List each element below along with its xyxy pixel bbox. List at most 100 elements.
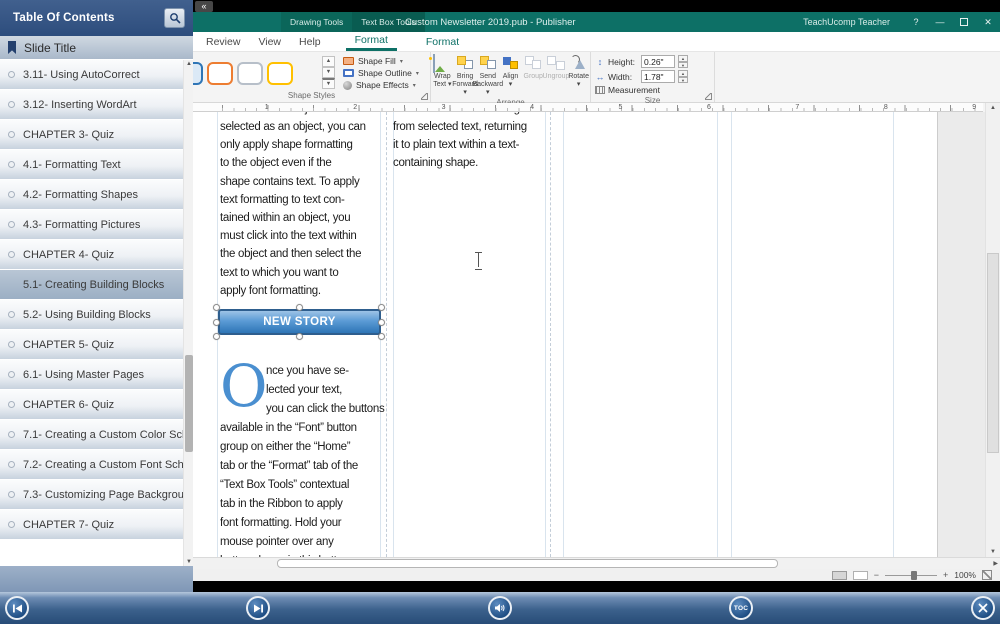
toc-item[interactable]: 5.1- Creating Building Blocks bbox=[0, 270, 193, 300]
dialog-launcher-icon[interactable] bbox=[421, 93, 428, 100]
rotate-button[interactable]: Rotate ▾ bbox=[567, 52, 590, 97]
slide-title-row[interactable]: Slide Title bbox=[0, 36, 193, 60]
horizontal-scrollbar[interactable]: ▶ bbox=[193, 557, 1000, 569]
toc-button[interactable]: TOC bbox=[729, 596, 753, 620]
two-page-view-button[interactable] bbox=[853, 571, 868, 580]
selection-handle[interactable] bbox=[213, 333, 220, 340]
vscroll-thumb[interactable] bbox=[987, 253, 999, 453]
publication-page[interactable]: selected as an object. When selected as … bbox=[193, 112, 938, 557]
toc-title: Table Of Contents bbox=[0, 12, 115, 24]
toc-item[interactable]: 7.3- Customizing Page Backgrounds bbox=[0, 480, 193, 510]
shape-style-swatch-gold[interactable] bbox=[267, 62, 293, 85]
zoom-in-button[interactable]: + bbox=[943, 571, 948, 580]
shape-style-swatch-blue[interactable] bbox=[193, 62, 203, 85]
story-column-2[interactable]: from selected text, returning it to plai… bbox=[393, 118, 558, 173]
gallery-up-icon[interactable]: ▲ bbox=[322, 56, 335, 67]
toc-scroll-thumb[interactable] bbox=[185, 355, 193, 452]
close-player-button[interactable] bbox=[971, 596, 995, 620]
ribbon-tab[interactable]: View bbox=[249, 32, 290, 51]
zoom-slider[interactable] bbox=[885, 575, 937, 576]
toc-scrollbar[interactable]: ▲ ▼ bbox=[183, 60, 193, 566]
toc-item[interactable]: 3.11- Using AutoCorrect bbox=[0, 60, 193, 90]
close-window-button[interactable]: ✕ bbox=[976, 12, 1000, 32]
collapse-panel-button[interactable]: « bbox=[195, 1, 213, 12]
toc-item[interactable]: CHAPTER 7- Quiz bbox=[0, 510, 193, 540]
toc-item[interactable]: 4.1- Formatting Text bbox=[0, 150, 193, 180]
document-canvas[interactable]: selected as an object. When selected as … bbox=[193, 112, 1000, 557]
help-button[interactable]: ? bbox=[904, 12, 928, 32]
height-stepper[interactable]: ▲ ▼ bbox=[678, 55, 688, 68]
selection-handle[interactable] bbox=[296, 304, 303, 311]
clipped-text-line[interactable]: selected as an object. When bbox=[220, 112, 392, 117]
spin-down-icon[interactable]: ▼ bbox=[678, 77, 688, 84]
scroll-right-icon[interactable]: ▶ bbox=[993, 560, 998, 567]
toc-item[interactable]: 7.1- Creating a Custom Color Scheme bbox=[0, 420, 193, 450]
toc-item[interactable]: 7.2- Creating a Custom Font Scheme bbox=[0, 450, 193, 480]
search-button[interactable] bbox=[164, 8, 185, 28]
story-column-1[interactable]: selected as an object, you can only appl… bbox=[220, 118, 392, 300]
group-button[interactable]: Group bbox=[522, 52, 545, 97]
vertical-scrollbar[interactable]: ▲ ▼ bbox=[985, 103, 1000, 557]
horizontal-ruler[interactable]: 123456789 bbox=[193, 103, 983, 112]
selection-handle[interactable] bbox=[213, 304, 220, 311]
selection-handle[interactable] bbox=[296, 333, 303, 340]
gallery-down-icon[interactable]: ▼ bbox=[322, 67, 335, 78]
volume-button[interactable] bbox=[488, 596, 512, 620]
toc-item[interactable]: 5.2- Using Building Blocks bbox=[0, 300, 193, 330]
width-stepper[interactable]: ▲ ▼ bbox=[678, 70, 688, 83]
scroll-down-icon[interactable]: ▼ bbox=[986, 549, 1000, 555]
fit-page-icon[interactable] bbox=[982, 570, 992, 580]
ribbon-tab[interactable]: Format bbox=[346, 32, 397, 51]
measurement-button[interactable]: Measurement bbox=[595, 85, 688, 95]
toc-item[interactable]: CHAPTER 3- Quiz bbox=[0, 120, 193, 150]
previous-lesson-button[interactable] bbox=[5, 596, 29, 620]
scroll-up-icon[interactable]: ▲ bbox=[986, 105, 1000, 111]
width-input[interactable] bbox=[641, 70, 675, 83]
send-backward-icon bbox=[479, 55, 497, 71]
zoom-out-button[interactable]: − bbox=[874, 571, 879, 580]
spin-down-icon[interactable]: ▼ bbox=[678, 62, 688, 69]
toc-item[interactable]: 3.12- Inserting WordArt bbox=[0, 90, 193, 120]
ribbon-tab[interactable]: Review bbox=[197, 32, 249, 51]
send-backward-button[interactable]: Send Backward ▾ bbox=[476, 52, 499, 97]
shape-effects-button[interactable]: Shape Effects ▾ bbox=[343, 80, 419, 90]
height-input[interactable] bbox=[641, 55, 675, 68]
toc-item[interactable]: 4.3- Formatting Pictures bbox=[0, 210, 193, 240]
dialog-launcher-icon[interactable] bbox=[705, 93, 712, 100]
shape-style-gallery[interactable] bbox=[193, 52, 321, 90]
ribbon-tab[interactable]: Format bbox=[417, 32, 468, 51]
toc-item[interactable]: CHAPTER 6- Quiz bbox=[0, 390, 193, 420]
single-page-view-button[interactable] bbox=[832, 571, 847, 580]
shape-style-swatch-orange[interactable] bbox=[207, 62, 233, 85]
selection-handle[interactable] bbox=[378, 304, 385, 311]
minimize-button[interactable]: — bbox=[928, 12, 952, 32]
clipped-text-line[interactable]: removes all text formatting bbox=[393, 112, 558, 117]
drawing-tools-header[interactable]: Drawing Tools bbox=[281, 12, 352, 32]
wrap-text-button[interactable]: Wrap Text ▾ bbox=[431, 52, 454, 97]
ribbon-tab[interactable]: Help bbox=[290, 32, 330, 51]
story-with-dropcap[interactable]: Once you have se- lected your text, you … bbox=[220, 343, 392, 557]
signed-in-user[interactable]: TeachUcomp Teacher bbox=[803, 17, 890, 27]
toc-item[interactable]: CHAPTER 5- Quiz bbox=[0, 330, 193, 360]
selection-handle[interactable] bbox=[213, 319, 220, 326]
play-next-button[interactable] bbox=[246, 596, 270, 620]
zoom-slider-thumb[interactable] bbox=[911, 571, 917, 580]
restore-button[interactable] bbox=[952, 12, 976, 32]
gallery-more-icon[interactable]: ▼ bbox=[322, 78, 335, 89]
zoom-level[interactable]: 100% bbox=[954, 570, 976, 580]
selection-handle[interactable] bbox=[378, 333, 385, 340]
shape-fill-button[interactable]: Shape Fill ▾ bbox=[343, 56, 419, 66]
toc-item[interactable]: 6.1- Using Master Pages bbox=[0, 360, 193, 390]
shape-outline-button[interactable]: Shape Outline ▾ bbox=[343, 68, 419, 78]
column-guide bbox=[563, 112, 564, 557]
toc-item[interactable]: 4.2- Formatting Shapes bbox=[0, 180, 193, 210]
align-button[interactable]: Align ▾ bbox=[499, 52, 522, 97]
selection-handle[interactable] bbox=[378, 319, 385, 326]
shape-style-swatch-gray[interactable] bbox=[237, 62, 263, 85]
ungroup-button[interactable]: Ungroup bbox=[545, 52, 568, 97]
new-story-banner[interactable]: NEW STORY bbox=[218, 309, 381, 335]
hscroll-thumb[interactable] bbox=[277, 559, 778, 568]
toc-item[interactable]: CHAPTER 4- Quiz bbox=[0, 240, 193, 270]
top-black-strip: « bbox=[193, 0, 1000, 12]
arrange-group: Wrap Text ▾ Bring Forward ▾ Send Backwar… bbox=[431, 52, 591, 102]
